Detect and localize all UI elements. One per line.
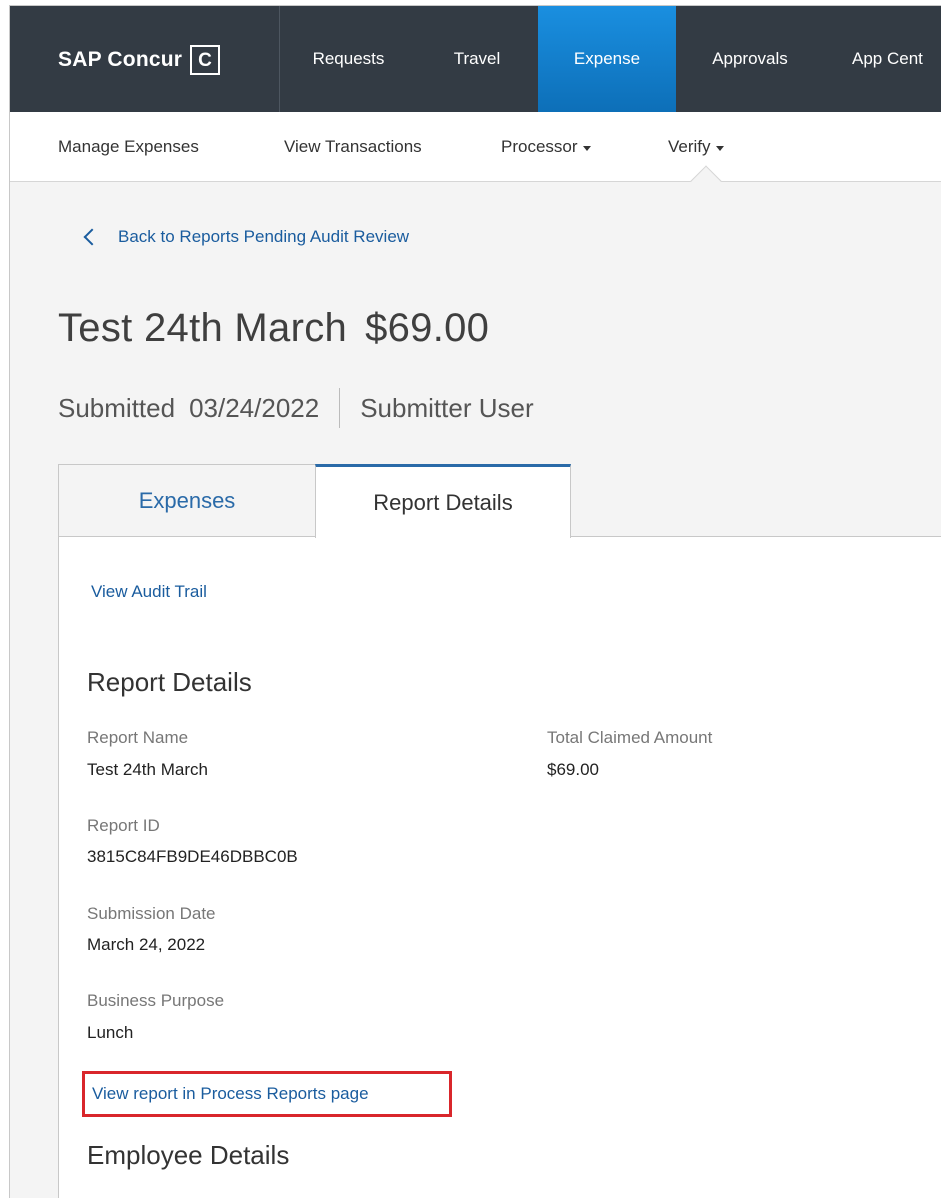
concur-c-icon: C xyxy=(190,45,221,75)
subnav-processor[interactable]: Processor xyxy=(501,112,591,182)
highlight-box: View report in Process Reports page xyxy=(82,1071,452,1117)
caret-down-icon xyxy=(715,145,724,151)
nav-item-travel[interactable]: Travel xyxy=(434,6,520,112)
tab-expenses[interactable]: Expenses xyxy=(58,464,315,537)
business-purpose-label: Business Purpose xyxy=(87,991,225,1010)
nav-item-approvals[interactable]: Approvals xyxy=(691,6,809,112)
submission-date-label: Submission Date xyxy=(87,904,216,923)
report-details-heading: Report Details xyxy=(87,667,252,697)
nav-divider xyxy=(279,6,280,112)
sub-navigation-bar: Manage Expenses View Transactions Proces… xyxy=(10,112,941,182)
nav-item-requests[interactable]: Requests xyxy=(290,6,407,112)
total-claimed-value: $69.00 xyxy=(547,760,599,779)
tab-joiner xyxy=(316,536,570,538)
app-window: SAP Concur C Requests Travel Expense App… xyxy=(9,5,941,1198)
report-status: Submitted xyxy=(58,392,176,423)
employee-details-heading: Employee Details xyxy=(87,1140,290,1170)
nav-item-expense[interactable]: Expense xyxy=(538,6,676,112)
report-amount: $69.00 xyxy=(365,306,490,350)
submitted-date: 03/24/2022 xyxy=(189,392,320,423)
nav-item-app-center[interactable]: App Cent xyxy=(828,6,941,112)
report-id-value: 3815C84FB9DE46DBBC0B xyxy=(87,847,298,866)
brand-name: SAP Concur xyxy=(58,48,183,71)
view-audit-trail-link[interactable]: View Audit Trail xyxy=(91,582,207,602)
chevron-left-icon xyxy=(83,228,101,246)
total-claimed-label: Total Claimed Amount xyxy=(547,728,713,747)
view-in-process-reports-link[interactable]: View report in Process Reports page xyxy=(92,1084,369,1104)
report-id-label: Report ID xyxy=(87,816,160,835)
sap-concur-logo[interactable]: SAP Concur C xyxy=(58,44,221,76)
subnav-verify[interactable]: Verify xyxy=(668,112,724,182)
subnav-view-transactions[interactable]: View Transactions xyxy=(284,112,422,182)
submitter-name: Submitter User xyxy=(360,392,534,423)
caret-down-icon xyxy=(582,145,591,151)
report-name-label: Report Name xyxy=(87,728,189,747)
back-to-reports-link[interactable]: Back to Reports Pending Audit Review xyxy=(80,222,409,252)
report-name-value: Test 24th March xyxy=(87,760,208,779)
top-navigation-bar: SAP Concur C Requests Travel Expense App… xyxy=(10,6,941,112)
subnav-verify-label: Verify xyxy=(668,137,711,156)
submission-date-value: March 24, 2022 xyxy=(87,935,206,954)
business-purpose-value: Lunch xyxy=(87,1023,134,1042)
page-title: Test 24th March $69.00 xyxy=(58,306,489,351)
back-link-label: Back to Reports Pending Audit Review xyxy=(118,227,410,246)
report-title: Test 24th March xyxy=(58,306,348,350)
subnav-processor-label: Processor xyxy=(501,137,578,156)
subnav-manage-expenses[interactable]: Manage Expenses xyxy=(58,112,199,182)
tab-report-details[interactable]: Report Details xyxy=(315,464,571,538)
report-meta: Submitted 03/24/2022 Submitter User xyxy=(58,388,534,428)
meta-divider xyxy=(339,388,341,428)
